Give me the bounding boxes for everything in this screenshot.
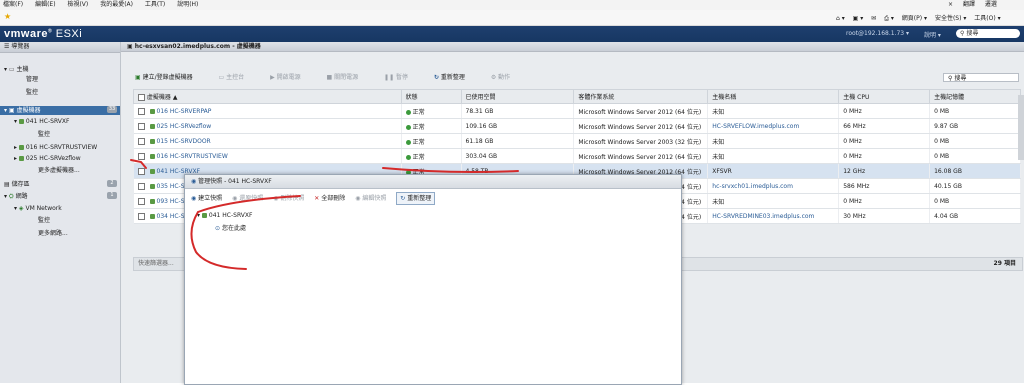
annotation-arrow-mark	[130, 159, 147, 169]
annotation-loop	[190, 195, 301, 270]
annotation-underline	[382, 167, 519, 173]
annotation-layer	[130, 159, 519, 270]
